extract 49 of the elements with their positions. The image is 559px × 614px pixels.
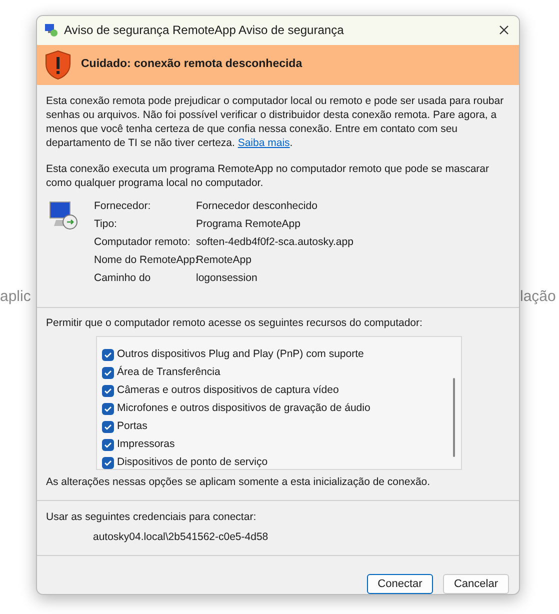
resources-footnote: As alterações nessas opções se aplicam somente a esta inicialização de conexão. — [46, 474, 432, 490]
checkbox[interactable] — [102, 457, 114, 470]
remoteapp-note: Esta conexão executa um programa RemoteApp no computador remoto que pode se mascarar como qualquer programa local no computador. — [46, 162, 490, 190]
learn-more-link[interactable]: Saiba mais — [238, 137, 290, 149]
detail-label: Nome do RemoteApp: — [94, 254, 196, 267]
checkbox[interactable] — [102, 421, 114, 434]
monitor-icon — [44, 23, 58, 38]
remote-monitor-icon — [48, 200, 80, 232]
credentials-label: Usar as seguintes credenciais para conectar: — [46, 510, 258, 524]
resource-option[interactable]: Impressoras — [102, 438, 461, 452]
detail-value: logonsession — [196, 272, 258, 285]
check-icon — [104, 369, 112, 378]
close-icon[interactable] — [499, 25, 509, 36]
resource-option[interactable]: Outros dispositivos Plug and Play (PnP) com suporte — [102, 348, 461, 362]
credentials-user: autosky04.local\2b541562-c0e5-4d58 — [93, 530, 270, 546]
check-icon — [104, 441, 112, 450]
window-title: Aviso de segurança RemoteApp Aviso de segurança — [64, 22, 345, 40]
detail-label: Fornecedor: — [94, 200, 152, 213]
check-icon — [104, 459, 112, 468]
resources-label: Permitir que o computador remoto acesse os seguintes recursos do computador: — [46, 316, 424, 331]
detail-value: soften-4edb4f0f2-sca.autosky.app — [196, 236, 354, 249]
check-icon — [104, 387, 112, 396]
warning-description: Esta conexão remota pode prejudicar o computador local ou remoto e pode ser usada para roubar senhas ou arquivos. Não foi possível verificar o distribuidor desta conexão remota. Pare agora, a menos que você tenha certeza de que confia nessa conexão. Entre em contato com seu departamento de TI se não tiver certeza. Saiba mais. — [46, 94, 505, 150]
check-icon — [104, 423, 112, 432]
check-icon — [104, 351, 112, 360]
check-icon — [104, 405, 112, 414]
resource-option[interactable]: Área de Transferência — [102, 366, 461, 380]
warning-title: Cuidado: conexão remota desconhecida — [81, 57, 302, 72]
checkbox[interactable] — [102, 403, 114, 416]
checkbox[interactable] — [102, 367, 114, 380]
checkbox[interactable] — [102, 439, 114, 452]
detail-value: Fornecedor desconhecido — [196, 200, 318, 213]
warning-shield-icon — [45, 50, 71, 80]
resource-option[interactable]: Câmeras e outros dispositivos de captura vídeo — [102, 384, 461, 398]
checkbox[interactable] — [102, 385, 114, 398]
dialog-button[interactable]: Conectar — [367, 574, 433, 594]
dialog-button[interactable]: Cancelar — [443, 574, 509, 594]
detail-value: RemoteApp — [196, 254, 252, 267]
background-text: aplic — [0, 287, 31, 307]
resource-option[interactable]: Dispositivos de ponto de serviço — [102, 456, 461, 470]
detail-label: Computador remoto: — [94, 236, 192, 249]
scrollbar-thumb[interactable] — [453, 378, 455, 457]
resource-option[interactable]: Portas — [102, 420, 461, 434]
checkbox[interactable] — [102, 349, 114, 362]
detail-label: Tipo: — [94, 218, 118, 231]
background-text: lação — [520, 287, 556, 307]
resource-option[interactable]: Microfones e outros dispositivos de gravação de áudio — [102, 402, 461, 416]
detail-value: Programa RemoteApp — [196, 218, 300, 231]
detail-label: Caminho do — [94, 272, 152, 285]
